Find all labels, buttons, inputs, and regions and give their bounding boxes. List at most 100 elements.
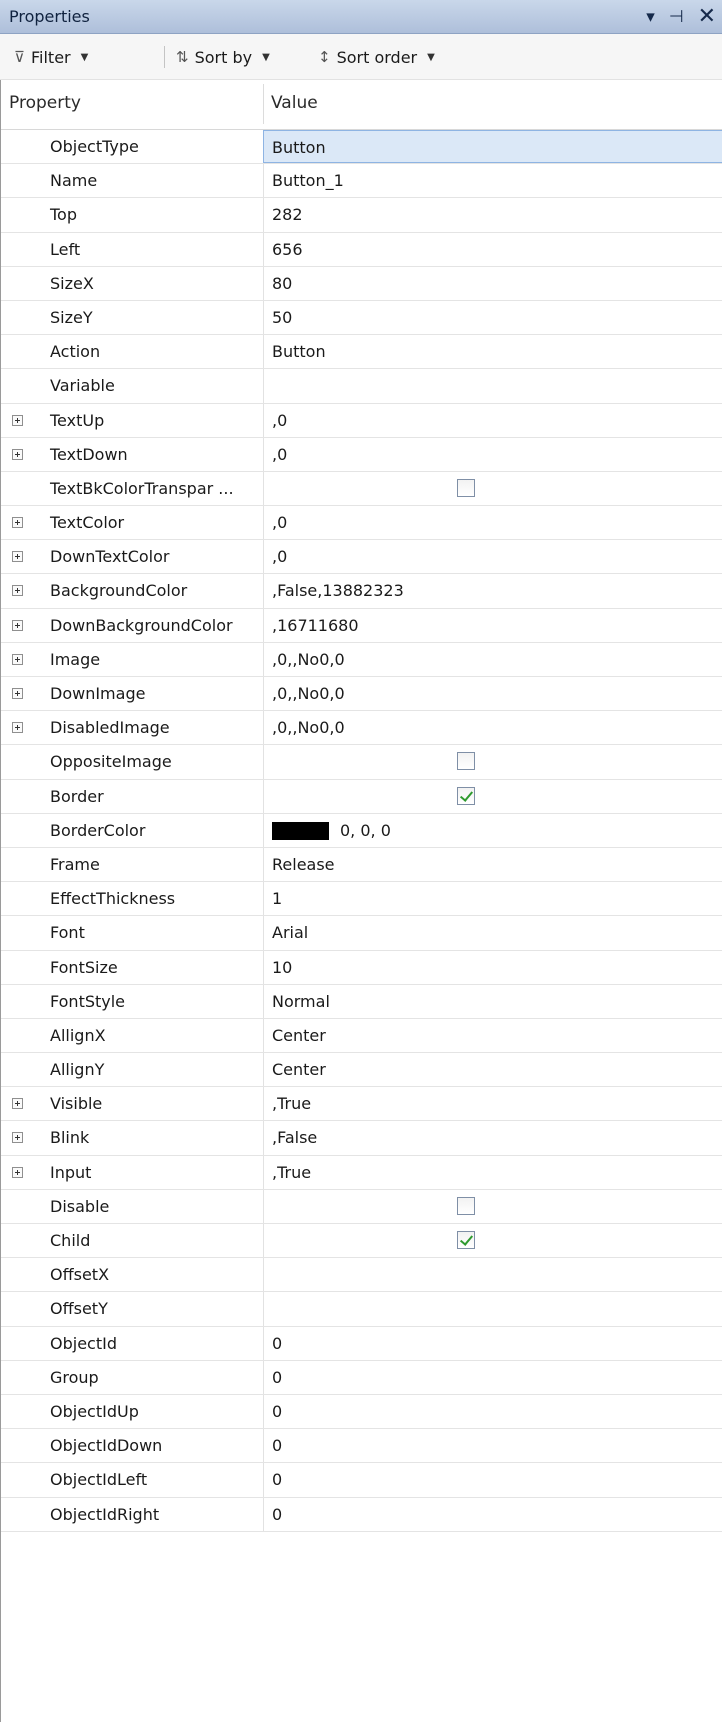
property-row[interactable]: BorderColor 0, 0, 0: [1, 813, 722, 848]
property-value-cell[interactable]: Button_1: [263, 164, 722, 198]
sortorder-button[interactable]: ↕ Sort order ▼: [318, 45, 435, 69]
property-value-cell[interactable]: ,0: [263, 506, 722, 540]
property-value-cell[interactable]: Arial: [263, 916, 722, 950]
property-row[interactable]: ObjectIdRight 0: [1, 1497, 722, 1532]
property-row[interactable]: Group 0: [1, 1360, 722, 1395]
property-row[interactable]: TextColor ,0: [1, 506, 722, 541]
property-value-cell[interactable]: 282: [263, 198, 722, 232]
property-value-cell[interactable]: Normal: [263, 984, 722, 1018]
dropdown-arrow-icon[interactable]: ▾: [646, 4, 655, 30]
property-row[interactable]: Image ,0,,No0,0: [1, 642, 722, 677]
column-header-property[interactable]: Property: [9, 93, 81, 113]
property-value-cell[interactable]: 10: [263, 950, 722, 984]
property-row[interactable]: ObjectIdLeft 0: [1, 1463, 722, 1498]
property-row[interactable]: SizeX 80: [1, 266, 722, 301]
property-value-cell[interactable]: 0: [263, 1326, 722, 1360]
property-value-cell[interactable]: [263, 1258, 722, 1292]
property-value-cell[interactable]: 0: [263, 1360, 722, 1394]
property-value-cell[interactable]: 1: [263, 882, 722, 916]
property-value-cell[interactable]: ,0: [263, 540, 722, 574]
column-divider[interactable]: [263, 84, 264, 124]
property-row[interactable]: OppositeImage: [1, 745, 722, 780]
property-row[interactable]: EffectThickness 1: [1, 882, 722, 917]
property-value-cell[interactable]: 80: [263, 266, 722, 300]
property-checkbox[interactable]: [457, 1196, 475, 1215]
property-row[interactable]: Top 282: [1, 198, 722, 233]
property-row[interactable]: Visible ,True: [1, 1087, 722, 1122]
property-value-cell[interactable]: 0: [263, 1394, 722, 1429]
column-header-value[interactable]: Value: [271, 93, 318, 113]
property-row[interactable]: OffsetY: [1, 1292, 722, 1327]
property-row[interactable]: ObjectIdUp 0: [1, 1394, 722, 1430]
property-row[interactable]: Border: [1, 779, 722, 814]
sortby-button[interactable]: ⇅ Sort by ▼: [176, 45, 270, 69]
property-value-cell[interactable]: [263, 745, 722, 779]
expand-plus-icon[interactable]: [12, 1132, 23, 1144]
property-value-cell[interactable]: Center: [263, 1018, 722, 1053]
pin-icon[interactable]: ⊣: [669, 4, 684, 30]
property-checkbox[interactable]: [457, 786, 475, 805]
property-row[interactable]: Left 656: [1, 232, 722, 267]
property-row[interactable]: Font Arial: [1, 916, 722, 951]
property-value-cell[interactable]: 0: [263, 1497, 722, 1531]
property-row[interactable]: OffsetX: [1, 1258, 722, 1293]
expand-plus-icon[interactable]: [12, 585, 23, 597]
close-icon[interactable]: ✕: [698, 4, 716, 30]
property-checkbox[interactable]: [457, 1231, 475, 1249]
property-value-cell[interactable]: ,0,,No0,0: [263, 642, 722, 676]
property-row[interactable]: AllignY Center: [1, 1053, 722, 1088]
filter-button[interactable]: ⊽ Filter ▼: [14, 45, 88, 69]
property-value-cell[interactable]: [263, 779, 722, 813]
property-value-cell[interactable]: ,False: [263, 1121, 722, 1155]
property-value-cell[interactable]: 0: [263, 1429, 722, 1463]
property-value-cell[interactable]: [263, 1189, 722, 1223]
property-row[interactable]: TextUp ,0: [1, 403, 722, 438]
property-row[interactable]: TextDown ,0: [1, 437, 722, 472]
expand-plus-icon[interactable]: [12, 722, 23, 734]
expand-plus-icon[interactable]: [12, 1098, 23, 1110]
property-row[interactable]: DownImage ,0,,No0,0: [1, 677, 722, 712]
expand-plus-icon[interactable]: [12, 551, 23, 563]
expand-plus-icon[interactable]: [12, 1166, 23, 1178]
property-value-cell[interactable]: [263, 1224, 722, 1258]
property-row[interactable]: FontStyle Normal: [1, 984, 722, 1019]
property-value-cell[interactable]: 656: [263, 232, 722, 266]
property-row[interactable]: ObjectId 0: [1, 1326, 722, 1361]
property-row[interactable]: ObjectIdDown 0: [1, 1429, 722, 1464]
property-value-cell[interactable]: ,0: [263, 403, 722, 437]
property-row[interactable]: Blink ,False: [1, 1121, 722, 1156]
property-row[interactable]: DownTextColor ,0: [1, 540, 722, 575]
property-row[interactable]: ObjectType Button: [1, 130, 722, 165]
property-row[interactable]: BackgroundColor ,False,13882323: [1, 574, 722, 609]
property-value-cell[interactable]: ,True: [263, 1155, 722, 1189]
expand-plus-icon[interactable]: [12, 414, 23, 426]
property-value-cell[interactable]: [263, 471, 722, 506]
property-value-cell[interactable]: Button: [263, 335, 722, 369]
property-row[interactable]: AllignX Center: [1, 1018, 722, 1054]
property-value-cell[interactable]: ,0,,No0,0: [263, 677, 722, 711]
property-checkbox[interactable]: [457, 478, 475, 497]
property-value-cell[interactable]: 0: [263, 1463, 722, 1497]
property-value-cell[interactable]: Button: [263, 130, 722, 164]
property-row[interactable]: FontSize 10: [1, 950, 722, 985]
property-row[interactable]: Frame Release: [1, 847, 722, 883]
expand-plus-icon[interactable]: [12, 517, 23, 529]
expand-plus-icon[interactable]: [12, 653, 23, 665]
property-value-cell[interactable]: 0, 0, 0: [263, 813, 722, 847]
property-row[interactable]: Action Button: [1, 335, 722, 370]
property-row[interactable]: Disable: [1, 1189, 722, 1224]
property-row[interactable]: Input ,True: [1, 1155, 722, 1190]
property-value-cell[interactable]: Release: [263, 847, 722, 882]
property-row[interactable]: Variable: [1, 369, 722, 404]
property-value-cell[interactable]: ,0,,No0,0: [263, 711, 722, 745]
property-value-cell[interactable]: [263, 369, 722, 403]
property-value-cell[interactable]: [263, 1292, 722, 1326]
property-value-cell[interactable]: ,16711680: [263, 608, 722, 642]
property-checkbox[interactable]: [457, 752, 475, 771]
expand-plus-icon[interactable]: [12, 688, 23, 699]
property-value-cell[interactable]: ,0: [263, 437, 722, 471]
property-value-cell[interactable]: ,False,13882323: [263, 574, 722, 608]
property-row[interactable]: SizeY 50: [1, 300, 722, 336]
property-value-cell[interactable]: ,True: [263, 1087, 722, 1121]
property-value-cell[interactable]: Center: [263, 1053, 722, 1087]
